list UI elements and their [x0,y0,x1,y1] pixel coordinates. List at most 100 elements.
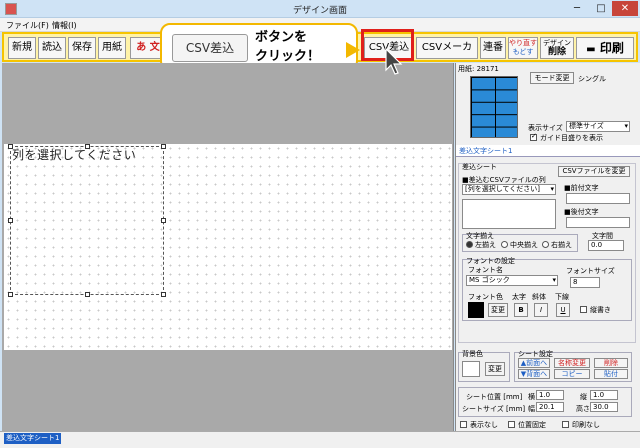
column-preview-box [462,199,556,229]
italic-label: 斜体 [532,293,546,301]
y-label: 縦 [580,393,587,401]
guide-checkbox[interactable]: ✓ [530,132,537,141]
bg-change-button[interactable]: 変更 [485,362,505,376]
rename-button[interactable]: 名称変更 [554,358,590,368]
save-button[interactable]: 保存 [68,37,96,59]
bold-label: 太字 [512,293,526,301]
insert-sheet-label: 差込シート [462,163,497,171]
menu-info[interactable]: 情報(I) [52,20,77,31]
print-button[interactable]: ▬ 印刷 [576,37,634,59]
undo-label: もどす [512,48,534,56]
width-input[interactable]: 20.1 [536,402,564,412]
read-button[interactable]: 読込 [38,37,66,59]
mode-value: シングル [578,75,606,83]
display-size-value: 標準サイズ [569,122,604,130]
resize-handle-br[interactable] [161,292,166,297]
font-name-value: MS ゴシック [469,276,510,284]
font-name-select[interactable]: MS ゴシック ▾ [466,275,558,286]
maximize-button[interactable]: □ [590,1,612,16]
new-button[interactable]: 新規 [8,37,36,59]
menu-file[interactable]: ファイル(F) [6,20,49,31]
chevron-down-icon: ▾ [550,185,554,193]
font-color-label: フォント色 [468,293,503,301]
guide-label: ガイド目盛りを表示 [540,134,603,142]
font-color-change-button[interactable]: 変更 [488,303,508,317]
paste-button[interactable]: 貼付 [594,369,628,379]
callout-text: ボタンを クリック！ [255,28,320,66]
copy-button[interactable]: コピー [554,369,590,379]
app-icon [5,3,17,15]
prefix-label: ■前付文字 [564,184,599,192]
resize-handle-tr[interactable] [161,144,166,149]
paper-layout-preview [470,76,518,138]
chevron-down-icon: ▾ [624,122,628,130]
align-left-radio[interactable] [466,241,473,248]
move-back-button[interactable]: ▼背面へ [518,369,550,379]
status-sheet-tab[interactable]: 差込文字シート1 [4,433,62,444]
sheet-delete-button[interactable]: 削除 [594,358,628,368]
paper-button[interactable]: 用紙 [98,37,126,59]
chevron-down-icon: ▾ [552,276,556,284]
height-input[interactable]: 30.0 [590,402,618,412]
redo-label: やり直す [509,39,537,47]
csv-change-button[interactable]: CSVファイルを変更 [558,166,630,177]
x-input[interactable]: 1.0 [536,390,564,400]
csv-maker-button[interactable]: CSVメーカー [416,37,478,73]
insert-column-select[interactable]: [列を選択してください] ▾ [462,184,556,195]
height-label: 高さ [576,405,590,413]
underline-button[interactable]: U [556,303,570,317]
minimize-button[interactable]: ─ [566,1,588,16]
serial-number-button[interactable]: 連番 [480,37,506,59]
position-label: シート位置 [mm] [466,393,523,401]
font-name-label: フォント名 [468,266,503,274]
no-print-checkbox[interactable] [562,421,569,428]
status-bar [0,431,640,448]
bold-button[interactable]: B [514,303,528,317]
undo-button[interactable]: やり直す もどす [508,37,538,59]
align-right-radio[interactable] [542,241,549,248]
y-input[interactable]: 1.0 [590,390,618,400]
resize-handle-bl[interactable] [8,292,13,297]
resize-handle-mr[interactable] [161,218,166,223]
design-delete-button[interactable]: デザイン 削除 [540,37,574,59]
resize-handle-ml[interactable] [8,218,13,223]
hide-checkbox[interactable] [460,421,467,428]
prefix-input[interactable] [566,193,630,204]
hide-label: 表示なし [470,421,498,429]
font-color-swatch [468,302,484,318]
align-right-label: 右揃え [551,241,572,249]
size-label: シートサイズ [mm] [462,405,526,413]
callout-csv-button-image: CSV差込 [172,34,248,62]
align-left-label: 左揃え [475,241,496,249]
title-bar: デザイン画面 [0,0,640,18]
suffix-input[interactable] [566,217,630,228]
width-label: 幅 [528,405,535,413]
no-print-label: 印刷なし [572,421,600,429]
callout-tail [346,42,360,58]
print-label: 印刷 [599,41,624,55]
display-size-select[interactable]: 標準サイズ ▾ [566,121,630,132]
mode-change-button[interactable]: モード変更 [530,72,574,84]
align-center-label: 中央揃え [510,241,538,249]
vertical-checkbox[interactable] [580,306,587,313]
fix-position-label: 位置固定 [518,421,546,429]
insert-text-field[interactable] [10,146,164,295]
bg-color-label: 背景色 [462,350,483,358]
resize-handle-bm[interactable] [85,292,90,297]
insert-column-value: [列を選択してください] [465,185,541,193]
callout-line1: ボタンを [255,30,308,45]
align-center-radio[interactable] [501,241,508,248]
underline-label: 下線 [555,293,569,301]
sheet-tab-title[interactable]: 差込文字シート1 [459,146,512,156]
font-size-input[interactable]: 8 [570,277,600,288]
paper-label: 用紙: 28171 [458,65,499,73]
field-placeholder-text: 列を選択してください [12,148,137,162]
move-front-button[interactable]: ▲前面へ [518,358,550,368]
italic-button[interactable]: I [534,303,548,317]
fix-position-checkbox[interactable] [508,421,515,428]
delete-label: 削除 [547,47,566,57]
close-button[interactable]: ✕ [612,1,638,16]
spacing-input[interactable]: 0.0 [588,240,624,251]
x-label: 横 [528,393,535,401]
printer-icon: ▬ [586,44,596,55]
